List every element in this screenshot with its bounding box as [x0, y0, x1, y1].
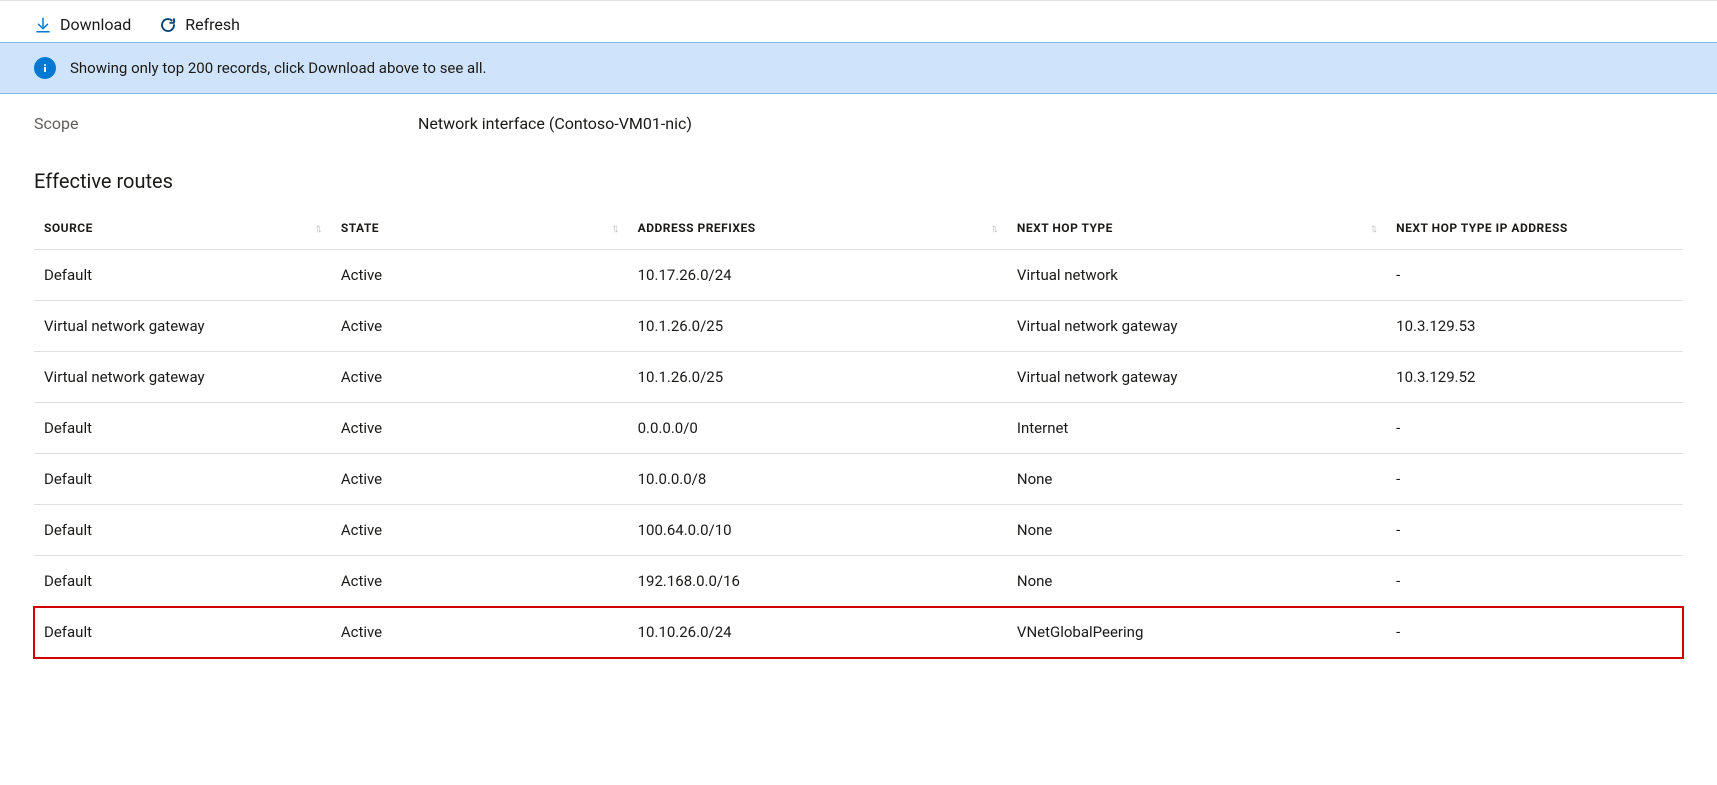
table-row[interactable]: DefaultActive10.10.26.0/24VNetGlobalPeer…: [34, 607, 1683, 658]
cell-state: Active: [331, 352, 628, 403]
cell-source: Default: [34, 403, 331, 454]
sort-icon: ↑↓: [991, 221, 995, 235]
cell-state: Active: [331, 454, 628, 505]
cell-next: Virtual network: [1007, 250, 1386, 301]
cell-state: Active: [331, 556, 628, 607]
cell-state: Active: [331, 607, 628, 658]
cell-ip: -: [1386, 556, 1683, 607]
cell-ip: -: [1386, 403, 1683, 454]
section-title: Effective routes: [34, 169, 1717, 193]
table-row[interactable]: Virtual network gatewayActive10.1.26.0/2…: [34, 301, 1683, 352]
cell-source: Default: [34, 607, 331, 658]
sort-icon: ↑↓: [315, 221, 319, 235]
table-row[interactable]: DefaultActive100.64.0.0/10None-: [34, 505, 1683, 556]
cell-source: Default: [34, 250, 331, 301]
cell-next: Virtual network gateway: [1007, 301, 1386, 352]
col-header-source[interactable]: Source ↑↓: [34, 207, 331, 250]
col-header-next-hop[interactable]: Next Hop Type ↑↓: [1007, 207, 1386, 250]
cell-source: Virtual network gateway: [34, 352, 331, 403]
info-bar: Showing only top 200 records, click Down…: [0, 42, 1717, 94]
cell-state: Active: [331, 403, 628, 454]
toolbar: Download Refresh: [0, 1, 1717, 42]
sort-icon: ↑↓: [612, 221, 616, 235]
info-bar-message: Showing only top 200 records, click Down…: [70, 59, 486, 77]
info-icon: [34, 57, 56, 79]
refresh-button[interactable]: Refresh: [159, 15, 240, 34]
cell-ip: -: [1386, 607, 1683, 658]
effective-routes-page: Download Refresh Showing only top 200 re…: [0, 0, 1717, 658]
cell-prefix: 10.0.0.0/8: [628, 454, 1007, 505]
cell-source: Default: [34, 556, 331, 607]
cell-prefix: 10.1.26.0/25: [628, 301, 1007, 352]
cell-source: Default: [34, 454, 331, 505]
cell-next: Virtual network gateway: [1007, 352, 1386, 403]
table-row[interactable]: DefaultActive10.17.26.0/24Virtual networ…: [34, 250, 1683, 301]
download-icon: [34, 16, 52, 34]
table-row[interactable]: DefaultActive0.0.0.0/0Internet-: [34, 403, 1683, 454]
cell-ip: 10.3.129.53: [1386, 301, 1683, 352]
cell-prefix: 100.64.0.0/10: [628, 505, 1007, 556]
table-row[interactable]: DefaultActive192.168.0.0/16None-: [34, 556, 1683, 607]
refresh-icon: [159, 16, 177, 34]
refresh-button-label: Refresh: [185, 15, 240, 34]
cell-ip: -: [1386, 505, 1683, 556]
cell-ip: -: [1386, 250, 1683, 301]
cell-source: Virtual network gateway: [34, 301, 331, 352]
col-header-ip: Next Hop Type IP Address ↑↓: [1386, 207, 1683, 250]
cell-ip: -: [1386, 454, 1683, 505]
cell-next: None: [1007, 556, 1386, 607]
cell-prefix: 10.10.26.0/24: [628, 607, 1007, 658]
cell-next: VNetGlobalPeering: [1007, 607, 1386, 658]
cell-state: Active: [331, 250, 628, 301]
table-header-row: Source ↑↓ State ↑↓ Address Prefixes ↑↓ N…: [34, 207, 1683, 250]
cell-next: None: [1007, 454, 1386, 505]
table-row[interactable]: DefaultActive10.0.0.0/8None-: [34, 454, 1683, 505]
cell-next: None: [1007, 505, 1386, 556]
cell-state: Active: [331, 301, 628, 352]
scope-value: Network interface (Contoso-VM01-nic): [418, 114, 692, 133]
download-button[interactable]: Download: [34, 15, 131, 34]
sort-icon: ↑↓: [1370, 221, 1374, 235]
scope-label: Scope: [34, 114, 418, 133]
cell-prefix: 10.17.26.0/24: [628, 250, 1007, 301]
cell-next: Internet: [1007, 403, 1386, 454]
col-header-state[interactable]: State ↑↓: [331, 207, 628, 250]
cell-state: Active: [331, 505, 628, 556]
cell-ip: 10.3.129.52: [1386, 352, 1683, 403]
cell-prefix: 0.0.0.0/0: [628, 403, 1007, 454]
routes-table: Source ↑↓ State ↑↓ Address Prefixes ↑↓ N…: [34, 207, 1683, 658]
cell-prefix: 10.1.26.0/25: [628, 352, 1007, 403]
scope-row: Scope Network interface (Contoso-VM01-ni…: [0, 94, 1717, 141]
table-row[interactable]: Virtual network gatewayActive10.1.26.0/2…: [34, 352, 1683, 403]
cell-prefix: 192.168.0.0/16: [628, 556, 1007, 607]
col-header-prefix[interactable]: Address Prefixes ↑↓: [628, 207, 1007, 250]
download-button-label: Download: [60, 15, 131, 34]
cell-source: Default: [34, 505, 331, 556]
